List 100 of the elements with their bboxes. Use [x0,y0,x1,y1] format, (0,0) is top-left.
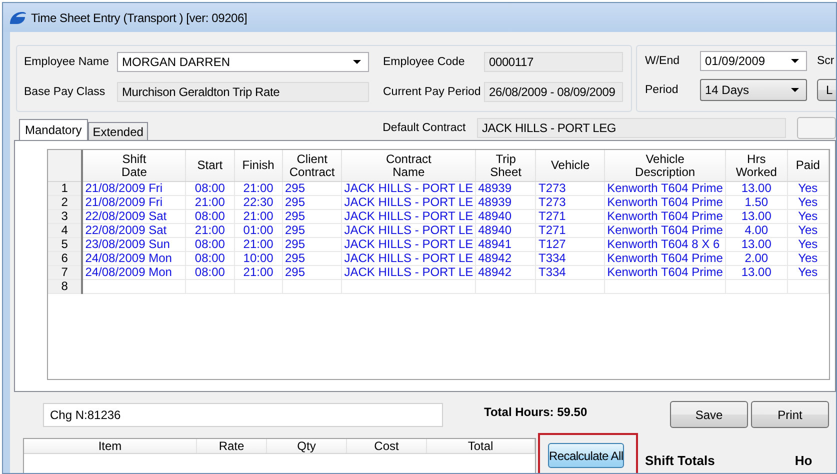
table-cell: 13.00 [725,266,788,280]
table-cell: T273 [536,182,605,196]
table-cell: 295 [282,238,342,252]
field-label: Current Pay Period [383,86,482,98]
field-label: Employee Code [383,56,466,68]
table-cell: 48940 [476,210,536,224]
table-cell: 13.00 [725,238,788,252]
field-label: W/End [645,55,681,67]
field-label: Period [645,84,680,96]
section-title: Shift Totals [645,453,715,468]
window-title: Time Sheet Entry (Transport ) [ver: 09206] [31,10,248,24]
table-cell: 08:00 [186,238,234,252]
table-cell: 21:00 [234,238,282,252]
tab[interactable]: Extended [88,122,148,140]
table-cell: 21:00 [186,196,234,210]
table-cell: Yes [787,182,828,196]
table-cell: 295 [282,210,342,224]
recalculate-button[interactable]: Recalculate All [548,443,624,468]
column-header: Finish [234,150,282,182]
column-header: Total [427,439,535,453]
row-number: 6 [48,252,82,266]
table-cell: Kenworth T604 Prime [604,252,726,266]
table-cell: 24/08/2009 Mon [82,266,186,280]
row-number: 4 [48,224,82,238]
notes-field[interactable]: Chg N:81236 [43,402,443,426]
employee-name-dropdown[interactable]: MORGAN DARREN [117,52,369,72]
table-cell: T273 [536,196,605,210]
action-button[interactable]: Save [670,401,748,428]
app-logo-icon [9,10,26,24]
table-cell: 22:30 [234,196,282,210]
field-label: Scr [817,55,834,67]
column-header: Client Contract [282,150,342,182]
table-cell: Kenworth T604 Prime [604,210,726,224]
tab[interactable]: Mandatory [19,119,88,140]
period-dropdown[interactable]: 14 Days [700,79,807,101]
table-cell: 10:00 [234,252,282,266]
table-cell: 23/08/2009 Sun [82,238,186,252]
dropdown-arrow-icon [791,59,799,63]
table-cell: T334 [536,252,605,266]
table-cell: 48942 [476,252,536,266]
table-cell: 21/08/2009 Fri [82,196,186,210]
side-button[interactable]: L [817,79,836,101]
table-cell: 48942 [476,266,536,280]
field-label: Base Pay Class [24,86,106,98]
column-header: Paid [787,150,828,182]
table-cell: Yes [787,238,828,252]
column-header: Vehicle [536,150,605,182]
table-cell: 295 [282,196,342,210]
row-number: 8 [48,280,82,294]
employee-code-field: 0000117 [484,52,623,72]
default-contract-field: JACK HILLS - PORT LEG [476,118,786,138]
table-cell: 295 [282,266,342,280]
table-cell: 21/08/2009 Fri [82,182,186,196]
table-cell: JACK HILLS - PORT LE [342,266,476,280]
table-cell: Kenworth T604 Prime [604,196,726,210]
table-cell: 13.00 [725,182,788,196]
column-header: Hrs Worked [725,150,788,182]
row-number: 2 [48,196,82,210]
table-cell: 2.00 [725,252,788,266]
table-cell: Kenworth T604 Prime [604,266,726,280]
table-cell: 1.50 [725,196,788,210]
row-number: 5 [48,238,82,252]
table-cell: 48940 [476,224,536,238]
column-header: Cost [347,439,427,453]
table-cell: Yes [787,266,828,280]
table-cell: JACK HILLS - PORT LE [342,224,476,238]
side-button[interactable] [796,116,836,138]
table-cell: Kenworth T604 8 X 6 [604,238,726,252]
action-button[interactable]: Print [751,401,829,428]
column-header: Trip Sheet [476,150,536,182]
table-cell: 13.00 [725,210,788,224]
table-cell: JACK HILLS - PORT LE [342,238,476,252]
section-title: Ho [794,453,812,468]
table-cell: Yes [787,252,828,266]
header-cell [48,150,82,182]
column-header: Shift Date [82,150,186,182]
table-cell: JACK HILLS - PORT LE [342,252,476,266]
field-label: Employee Name [24,56,110,68]
table-cell: 295 [282,224,342,238]
column-header: Rate [197,439,267,453]
table-cell: 48939 [476,182,536,196]
table-cell: 21:00 [234,182,282,196]
field-label: Default Contract [382,122,467,134]
table-cell: 295 [282,182,342,196]
table-cell: T334 [536,266,605,280]
table-cell: Kenworth T604 Prime [604,182,726,196]
table-cell: 24/08/2009 Mon [82,252,186,266]
table-cell: 01:00 [234,224,282,238]
column-header: Vehicle Description [604,150,726,182]
week-end-dropdown[interactable]: 01/09/2009 [700,51,807,71]
column-header: Start [186,150,234,182]
pay-period-field: 26/08/2009 - 08/09/2009 [484,82,623,102]
table-cell: 08:00 [186,252,234,266]
column-header: Contract Name [342,150,476,182]
table-cell: 21:00 [186,224,234,238]
table-cell: Kenworth T604 Prime [604,224,726,238]
table-cell: T127 [536,238,605,252]
table-cell: Yes [787,224,828,238]
row-number: 7 [48,266,82,280]
table-cell: JACK HILLS - PORT LE [342,210,476,224]
